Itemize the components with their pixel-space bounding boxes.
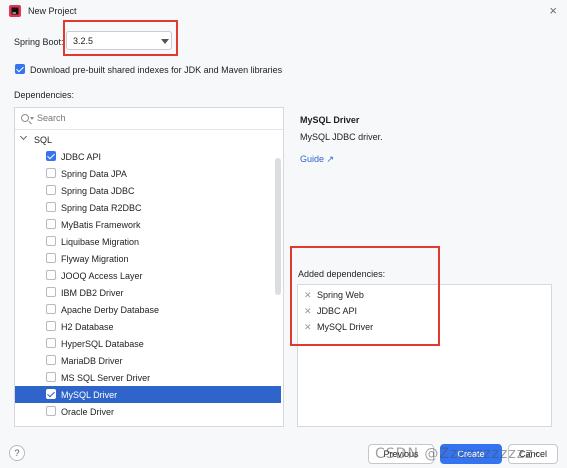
dependency-checkbox[interactable] (46, 287, 56, 297)
dependency-row[interactable]: JOOQ Access Layer (15, 267, 281, 284)
dependency-label: JOOQ Access Layer (61, 271, 143, 281)
dependency-search-input[interactable] (37, 113, 237, 123)
dependency-row[interactable]: MS SQL Server Driver (15, 369, 281, 386)
dependency-row[interactable]: JDBC API (15, 148, 281, 165)
dependency-label: IBM DB2 Driver (61, 288, 124, 298)
dependency-label: MS SQL Server Driver (61, 373, 151, 383)
dependency-label: JDBC API (61, 152, 102, 162)
dependency-checkbox[interactable] (46, 151, 56, 161)
download-indexes-checkbox[interactable] (15, 64, 25, 74)
dependency-checkbox[interactable] (46, 253, 56, 263)
dependency-row[interactable]: Spring Data JDBC (15, 182, 281, 199)
dependency-checkbox[interactable] (46, 236, 56, 246)
dependency-checkbox[interactable] (46, 321, 56, 331)
chevron-down-icon[interactable] (19, 132, 28, 141)
dependency-row[interactable]: MariaDB Driver (15, 352, 281, 369)
dependency-row[interactable]: Apache Derby Database (15, 301, 281, 318)
dependency-checkbox[interactable] (46, 338, 56, 348)
tree-group-sql[interactable]: SQL (15, 131, 281, 148)
intellij-app-icon (9, 5, 21, 17)
dependencies-tree[interactable]: SQL JDBC API Spring Data JPA Spring Data… (14, 107, 284, 427)
dependency-row[interactable]: H2 Database (15, 318, 281, 335)
dependency-checkbox[interactable] (46, 304, 56, 314)
dependency-label: HyperSQL Database (61, 339, 144, 349)
dependency-search[interactable] (15, 108, 283, 130)
dependency-label: MariaDB Driver (61, 356, 123, 366)
highlight-box-spring-boot (63, 20, 178, 56)
dependency-row[interactable]: HyperSQL Database (15, 335, 281, 352)
window-title: New Project (28, 6, 77, 16)
help-icon[interactable]: ? (9, 445, 25, 461)
dependency-label: Spring Data JPA (61, 169, 127, 179)
dependency-label: MySQL Driver (61, 390, 118, 400)
dependency-row[interactable]: Flyway Migration (15, 250, 281, 267)
dependency-row-selected[interactable]: MySQL Driver (15, 386, 281, 403)
tree-scrollbar[interactable] (275, 158, 281, 295)
search-icon (21, 114, 29, 122)
dependency-row[interactable]: Spring Data JPA (15, 165, 281, 182)
highlight-box-added-dependencies (290, 246, 440, 346)
dependency-row[interactable]: Oracle Driver (15, 403, 281, 420)
dependencies-label: Dependencies: (14, 90, 75, 100)
dependency-label: Flyway Migration (61, 254, 129, 264)
title-bar: New Project × (0, 0, 567, 22)
dependency-checkbox[interactable] (46, 270, 56, 280)
dependency-checkbox[interactable] (46, 168, 56, 178)
dependency-label: Oracle Driver (61, 407, 115, 417)
dependency-info-title: MySQL Driver (300, 115, 360, 125)
dependency-checkbox[interactable] (46, 202, 56, 212)
dependency-label: Spring Data R2DBC (61, 203, 142, 213)
dependency-checkbox[interactable] (46, 372, 56, 382)
dependency-row[interactable]: Spring Data R2DBC (15, 199, 281, 216)
guide-link[interactable]: Guide ↗ (300, 154, 334, 165)
dependency-label: Liquibase Migration (61, 237, 140, 247)
spring-boot-label: Spring Boot: (14, 37, 64, 47)
dependency-row[interactable]: IBM DB2 Driver (15, 284, 281, 301)
dependency-label: Apache Derby Database (61, 305, 160, 315)
tree-group-label: SQL (34, 135, 53, 145)
dependency-label: MyBatis Framework (61, 220, 141, 230)
download-indexes-label[interactable]: Download pre-built shared indexes for JD… (30, 65, 282, 75)
search-options-icon[interactable] (30, 117, 34, 120)
close-icon[interactable]: × (549, 3, 557, 19)
dependency-checkbox[interactable] (46, 219, 56, 229)
dependency-checkbox[interactable] (46, 185, 56, 195)
watermark: CSDN @Zzzzzzzzzzz- (375, 446, 540, 462)
dependency-checkbox[interactable] (46, 389, 56, 399)
dependency-checkbox[interactable] (46, 406, 56, 416)
dependency-row[interactable]: MyBatis Framework (15, 216, 281, 233)
dependency-info-description: MySQL JDBC driver. (300, 132, 383, 142)
dependency-label: H2 Database (61, 322, 114, 332)
dependency-row[interactable]: Liquibase Migration (15, 233, 281, 250)
dependency-checkbox[interactable] (46, 355, 56, 365)
dependency-label: Spring Data JDBC (61, 186, 135, 196)
